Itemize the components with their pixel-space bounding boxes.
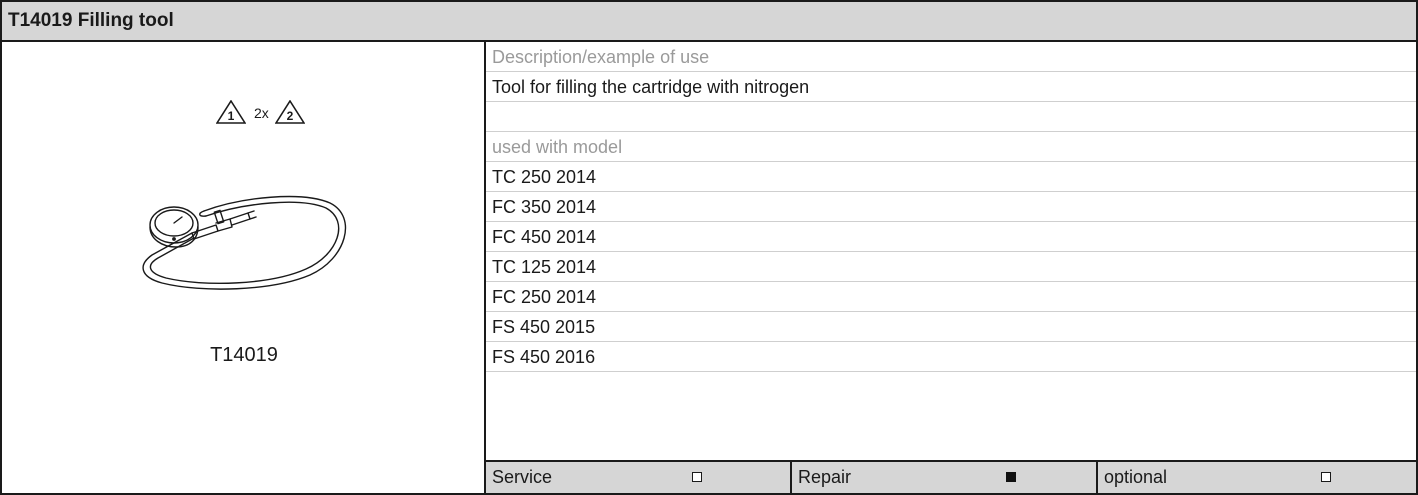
model-row: FS 450 2016 [486, 342, 1416, 372]
repeat-count: 2x [254, 105, 269, 121]
description-heading: Description/example of use [486, 42, 1416, 72]
warning-number-1: 1 [228, 109, 235, 123]
usage-optional: optional [1098, 462, 1416, 493]
checkbox-filled-icon [1006, 472, 1016, 482]
model-row: FC 250 2014 [486, 282, 1416, 312]
model-row: FC 450 2014 [486, 222, 1416, 252]
model-row: FC 350 2014 [486, 192, 1416, 222]
model-row: TC 125 2014 [486, 252, 1416, 282]
usage-repair: Repair [792, 462, 1098, 493]
tool-title: T14019 Filling tool [2, 2, 1416, 42]
tool-sheet: T14019 Filling tool 1 2x 2 T14019 Descri… [0, 0, 1418, 495]
usage-repair-label: Repair [798, 467, 852, 487]
checkbox-empty-icon [692, 472, 702, 482]
description-text: Tool for filling the cartridge with nitr… [486, 72, 1416, 102]
checkbox-empty-icon [1321, 472, 1331, 482]
model-row: TC 250 2014 [486, 162, 1416, 192]
illustration-pane: 1 2x 2 T14019 [2, 42, 486, 493]
part-number-label: T14019 [210, 344, 278, 366]
details-pane: Description/example of use Tool for fill… [486, 42, 1416, 493]
usage-optional-label: optional [1104, 467, 1168, 487]
filling-tool-drawing [142, 195, 347, 290]
warning-triangle-icon: 2 [274, 100, 305, 124]
models-heading: used with model [486, 132, 1416, 162]
usage-service-label: Service [492, 467, 553, 487]
spacer-row [486, 102, 1416, 132]
warning-triangle-icon: 1 [216, 100, 246, 124]
usage-category-bar: Service Repair optional [486, 460, 1416, 493]
warning-notes: 1 2x 2 [216, 100, 305, 124]
usage-service: Service [486, 462, 792, 493]
model-row: FS 450 2015 [486, 312, 1416, 342]
warning-number-2: 2 [286, 109, 293, 123]
